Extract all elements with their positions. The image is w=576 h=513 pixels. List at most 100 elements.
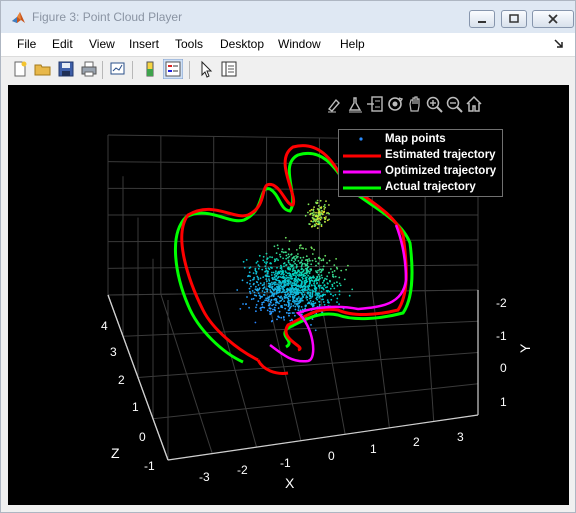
map-point [283,300,285,302]
map-point [310,303,313,306]
map-point [309,289,311,291]
map-point [273,276,276,279]
map-point [284,282,287,284]
map-point [312,220,314,223]
menu-window[interactable]: Window [278,37,321,51]
map-point [325,212,328,214]
menu-view[interactable]: View [89,37,115,51]
minimize-button[interactable] [469,10,495,28]
map-point [279,276,282,278]
map-point [264,270,266,273]
menu-help[interactable]: Help [340,37,365,51]
colorbar-icon[interactable] [140,59,160,79]
map-point [257,278,260,281]
map-point [290,318,293,321]
map-point [331,271,334,273]
figure-canvas[interactable]: -3 -2 -1 0 1 2 3 X -2 -1 0 1 Y -1 0 1 2 … [8,85,569,505]
map-point [345,268,347,271]
map-point [301,281,303,283]
map-point [265,288,267,290]
map-point [336,297,339,300]
map-point [292,264,294,267]
new-figure-icon[interactable] [10,59,30,79]
map-point [268,268,271,271]
map-point [268,279,271,282]
dock-arrow-icon[interactable] [554,39,564,49]
x-tick-label: 3 [457,430,464,444]
map-points-scatter [236,199,354,332]
map-point [270,312,273,315]
map-point [298,305,301,308]
legend-entry-actual: Actual trajectory [339,181,504,197]
plot-legend[interactable]: Map points Estimated trajectory Optimize… [338,129,503,197]
map-point [259,307,262,310]
legend-icon[interactable] [163,59,183,79]
legend-line-icon [343,170,381,174]
map-point [315,289,317,292]
map-point [274,304,277,306]
map-point [325,278,328,281]
map-point [326,219,329,222]
map-point [320,225,323,228]
map-point [291,286,293,288]
map-point [338,290,341,293]
pointer-icon[interactable] [196,59,216,79]
menu-file[interactable]: File [17,37,36,51]
map-point [329,280,331,283]
print-icon[interactable] [79,59,99,79]
map-point [256,281,259,284]
map-point [277,247,280,250]
map-point [242,260,245,263]
menu-insert[interactable]: Insert [129,37,159,51]
map-point [316,220,319,223]
menu-edit[interactable]: Edit [52,37,73,51]
map-point [301,268,303,270]
map-point [302,295,304,298]
map-point [302,273,305,276]
save-icon[interactable] [56,59,76,79]
map-point [314,329,317,332]
menu-tools[interactable]: Tools [175,37,203,51]
z-tick-label: 3 [110,345,117,359]
toolbar-separator [189,61,190,79]
map-point [284,291,287,294]
map-point [273,308,276,311]
map-point [287,260,290,262]
map-point [336,285,339,287]
map-point [275,252,278,255]
map-point [295,276,297,279]
map-point [279,290,282,292]
property-inspector-icon[interactable] [219,59,239,79]
title-bar[interactable]: Figure 3: Point Cloud Player [1,1,575,33]
map-point [331,283,334,286]
map-point [288,314,290,317]
map-point [311,253,314,255]
map-point [278,310,281,313]
map-point [294,283,297,286]
map-point [309,210,311,212]
map-point [304,285,306,288]
map-point [318,217,321,220]
map-point [287,297,290,300]
menu-desktop[interactable]: Desktop [220,37,264,51]
map-point [271,281,273,284]
map-point [253,294,256,297]
open-file-icon[interactable] [33,59,53,79]
map-point [313,223,316,226]
menu-bar: File Edit View Insert Tools Desktop Wind… [1,33,575,57]
map-point [316,282,318,284]
map-point [287,309,290,312]
map-point [316,227,319,230]
map-point [263,286,266,288]
map-point [315,260,317,263]
map-point [284,296,287,299]
close-button[interactable] [532,10,574,28]
map-point [257,267,260,270]
map-point [288,240,291,243]
map-point [271,304,273,307]
maximize-button[interactable] [501,10,527,28]
link-plot-icon[interactable] [108,59,128,79]
map-point [293,312,295,314]
matlab-icon [12,12,25,23]
map-point [298,296,300,298]
